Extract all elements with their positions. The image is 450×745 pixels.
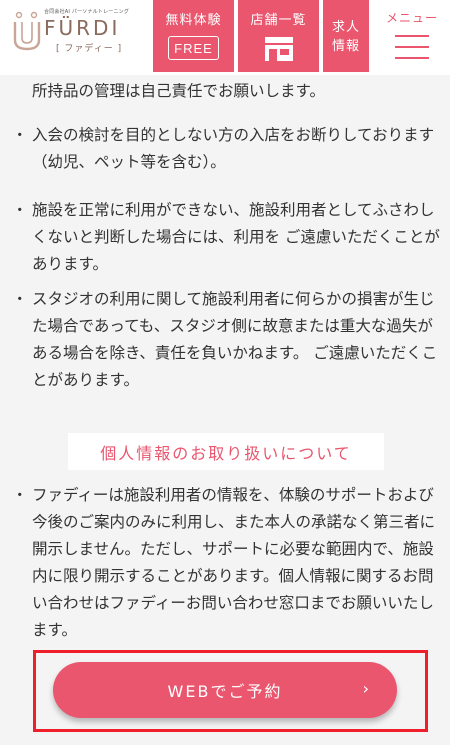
web-reservation-button[interactable]: WEBでご予約 › xyxy=(53,662,397,718)
store-list-button[interactable]: 店舗一覧 xyxy=(238,0,319,72)
web-reservation-label: WEBでご予約 xyxy=(167,682,283,701)
list-item: ・ 入会の検討を目的としない方の入店をお断りしております（幼児、ペット等を含む）… xyxy=(12,122,442,176)
menu-button[interactable]: メニュー xyxy=(374,0,450,72)
job-info-label-1: 求人 xyxy=(331,20,360,35)
job-info-label-2: 情報 xyxy=(331,39,360,54)
bullet: ・ xyxy=(12,290,28,308)
chevron-right-icon: › xyxy=(362,679,371,698)
site-header: 合同会社AI パーソナルトレーニング FÜRDI [ ファディー ] 無料体験 … xyxy=(0,0,450,75)
free-badge: FREE xyxy=(168,36,219,60)
bullet: ・ xyxy=(12,201,28,219)
free-trial-label: 無料体験 xyxy=(165,13,222,28)
logo-mark-icon xyxy=(13,11,41,51)
hamburger-bar xyxy=(395,46,429,48)
paragraph-belongings: 所持品の管理は自己責任でお願いします。 xyxy=(12,78,442,105)
bullet: ・ xyxy=(12,486,28,504)
paragraph-text: 施設を正常に利用ができない、施設利用者としてふさわしくないと判断した場合には、利… xyxy=(32,201,440,273)
paragraph-text: ファディーは施設利用者の情報を、体験のサポートおよび今後のご案内のみに利用し、ま… xyxy=(32,486,436,639)
hamburger-icon xyxy=(395,35,429,37)
logo-kana: [ ファディー ] xyxy=(56,44,123,54)
list-item: ・ 施設を正常に利用ができない、施設利用者としてふさわしくないと判断した場合には… xyxy=(12,197,442,278)
store-list-label: 店舗一覧 xyxy=(250,13,307,28)
logo-subtitle: 合同会社AI パーソナルトレーニング xyxy=(44,9,130,15)
bullet: ・ xyxy=(12,126,28,144)
store-icon xyxy=(264,37,293,61)
paragraph-text: 入会の検討を目的としない方の入店をお断りしております（幼児、ペット等を含む）。 xyxy=(32,126,435,171)
list-item: ・ スタジオの利用に関して施設利用者に何らかの損害が生じた場合であっても、スタジ… xyxy=(12,286,442,394)
list-item: ・ ファディーは施設利用者の情報を、体験のサポートおよび今後のご案内のみに利用し… xyxy=(12,482,442,644)
section-title-privacy: 個人情報のお取り扱いについて xyxy=(68,433,384,470)
paragraph-text: スタジオの利用に関して施設利用者に何らかの損害が生じた場合であっても、スタジオ側… xyxy=(32,290,438,389)
paragraph-text: 所持品の管理は自己責任でお願いします。 xyxy=(32,82,325,100)
hamburger-bar xyxy=(395,57,429,59)
job-info-button[interactable]: 求人 情報 xyxy=(323,0,369,72)
free-trial-button[interactable]: 無料体験 FREE xyxy=(153,0,234,72)
logo[interactable]: 合同会社AI パーソナルトレーニング FÜRDI [ ファディー ] xyxy=(0,0,150,75)
logo-name: FÜRDI xyxy=(44,16,121,40)
menu-label: メニュー xyxy=(385,11,438,25)
